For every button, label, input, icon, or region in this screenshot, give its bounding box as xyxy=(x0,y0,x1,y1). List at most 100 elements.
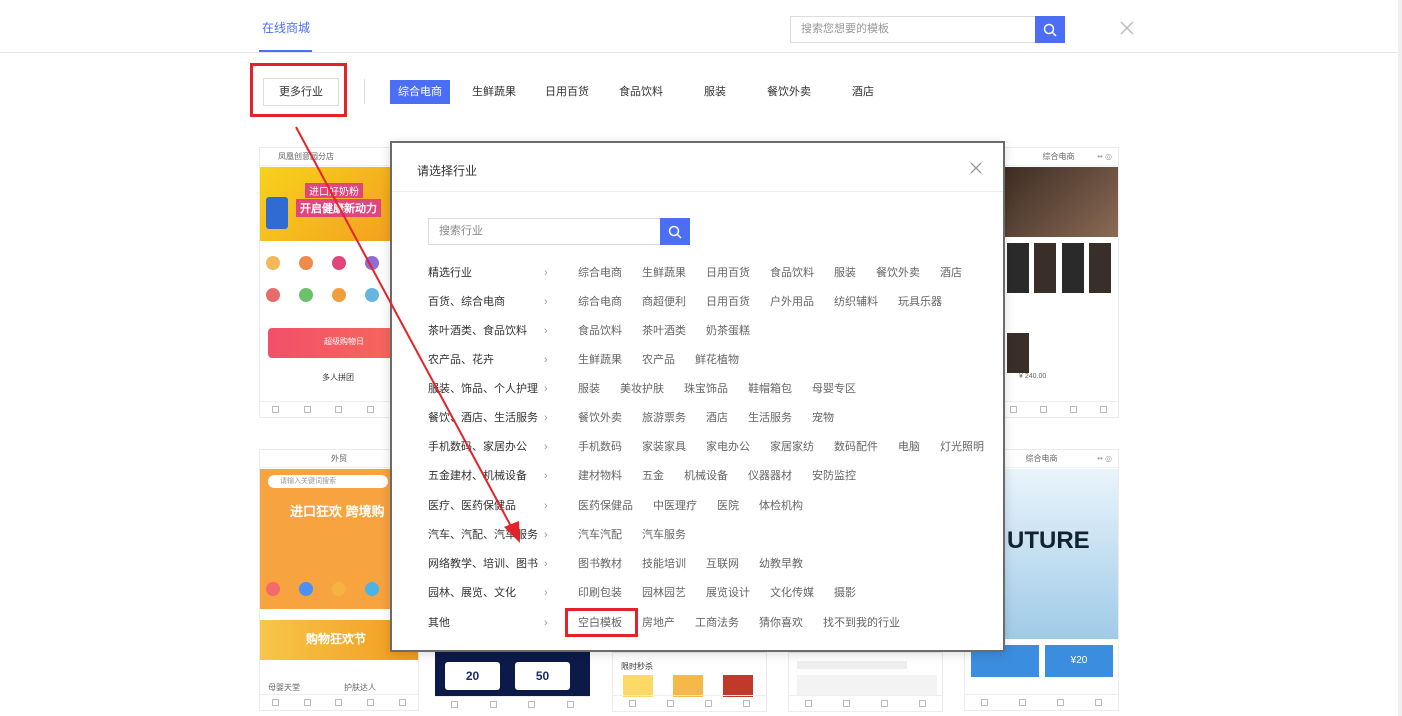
industry-search-input[interactable]: 搜索行业 xyxy=(428,218,661,245)
industry-item[interactable]: 安防监控 xyxy=(812,466,856,486)
industry-item[interactable]: 综合电商 xyxy=(578,292,622,312)
industry-item[interactable]: 生鲜蔬果 xyxy=(578,350,622,370)
industry-item[interactable]: 体检机构 xyxy=(759,496,803,516)
industry-item[interactable]: 食品饮料 xyxy=(770,263,814,283)
industry-item[interactable]: 日用百货 xyxy=(706,263,750,283)
modal-title: 请选择行业 xyxy=(417,164,478,178)
industry-item[interactable]: 电脑 xyxy=(898,437,920,457)
industry-item[interactable]: 中医理疗 xyxy=(653,496,697,516)
industry-group-label[interactable]: 农产品、花卉 xyxy=(428,350,494,370)
industry-item[interactable]: 美妆护肤 xyxy=(620,379,664,399)
industry-item[interactable]: 餐饮外卖 xyxy=(578,408,622,428)
industry-item[interactable]: 宠物 xyxy=(812,408,834,428)
industry-item[interactable]: 服装 xyxy=(578,379,600,399)
industry-item[interactable]: 家装家具 xyxy=(642,437,686,457)
industry-group-label[interactable]: 汽车、汽配、汽车服务 xyxy=(428,525,538,545)
industry-item[interactable]: 猜你喜欢 xyxy=(759,613,803,633)
industry-item[interactable]: 互联网 xyxy=(706,554,739,574)
industry-item[interactable]: 机械设备 xyxy=(684,466,728,486)
industry-item[interactable]: 茶叶酒类 xyxy=(642,321,686,341)
industry-group-label[interactable]: 手机数码、家居办公 xyxy=(428,437,527,457)
close-icon[interactable] xyxy=(1118,19,1136,37)
template-search-button[interactable] xyxy=(1035,16,1065,43)
industry-item[interactable]: 五金 xyxy=(642,466,664,486)
industry-item[interactable]: 灯光照明 xyxy=(940,437,984,457)
industry-item[interactable]: 日用百货 xyxy=(706,292,750,312)
industry-item[interactable]: 工商法务 xyxy=(695,613,739,633)
industry-row: 其他 › 空白模板 房地产 工商法务 猜你喜欢 找不到我的行业 xyxy=(428,613,988,633)
industry-item[interactable]: 展览设计 xyxy=(706,583,750,603)
industry-items: 食品饮料 茶叶酒类 奶茶蛋糕 xyxy=(578,321,770,341)
industry-item[interactable]: 摄影 xyxy=(834,583,856,603)
industry-item[interactable]: 综合电商 xyxy=(578,263,622,283)
category-tab[interactable]: 餐饮外卖 xyxy=(759,80,819,104)
industry-group-label[interactable]: 百货、综合电商 xyxy=(428,292,505,312)
industry-item[interactable]: 玩具乐器 xyxy=(898,292,942,312)
industry-item[interactable]: 幼教早教 xyxy=(759,554,803,574)
template-card[interactable]: 限时秒杀 xyxy=(612,652,767,712)
template-card[interactable]: 20 50 xyxy=(435,652,590,712)
industry-items: 印刷包装 园林园艺 展览设计 文化传媒 摄影 xyxy=(578,583,876,603)
industry-item[interactable]: 建材物料 xyxy=(578,466,622,486)
industry-item[interactable]: 鞋帽箱包 xyxy=(748,379,792,399)
coupon-value: 50 xyxy=(515,662,570,690)
industry-item[interactable]: 酒店 xyxy=(940,263,962,283)
industry-group-label[interactable]: 茶叶酒类、食品饮料 xyxy=(428,321,527,341)
close-icon[interactable] xyxy=(969,161,983,175)
industry-item[interactable]: 医药保健品 xyxy=(578,496,633,516)
industry-item[interactable]: 印刷包装 xyxy=(578,583,622,603)
industry-item[interactable]: 珠宝饰品 xyxy=(684,379,728,399)
industry-item[interactable]: 房地产 xyxy=(642,613,675,633)
industry-item[interactable]: 家居家纺 xyxy=(770,437,814,457)
industry-group-label[interactable]: 服装、饰品、个人护理 xyxy=(428,379,538,399)
industry-item[interactable]: 鲜花植物 xyxy=(695,350,739,370)
template-search-input[interactable]: 搜索您想要的模板 xyxy=(790,16,1036,43)
card-title: 综合电商 xyxy=(1025,454,1058,463)
industry-item[interactable]: 图书教材 xyxy=(578,554,622,574)
industry-item[interactable]: 数码配件 xyxy=(834,437,878,457)
tab-online-store[interactable]: 在线商城 xyxy=(262,19,310,36)
industry-group-label[interactable]: 五金建材、机械设备 xyxy=(428,466,527,486)
industry-item[interactable]: 手机数码 xyxy=(578,437,622,457)
industry-group-label[interactable]: 园林、展览、文化 xyxy=(428,583,516,603)
template-card[interactable] xyxy=(788,652,943,712)
industry-item[interactable]: 餐饮外卖 xyxy=(876,263,920,283)
industry-group-label[interactable]: 餐饮、酒店、生活服务 xyxy=(428,408,538,428)
industry-group-label[interactable]: 精选行业 xyxy=(428,263,472,283)
category-tab[interactable]: 食品饮料 xyxy=(611,80,671,104)
category-tab[interactable]: 服装 xyxy=(685,80,745,104)
industry-item[interactable]: 技能培训 xyxy=(642,554,686,574)
industry-item[interactable]: 商超便利 xyxy=(642,292,686,312)
industry-group-label[interactable]: 网络教学、培训、图书 xyxy=(428,554,538,574)
industry-item[interactable]: 仪器器材 xyxy=(748,466,792,486)
industry-item[interactable]: 服装 xyxy=(834,263,856,283)
industry-item[interactable]: 户外用品 xyxy=(770,292,814,312)
more-icon: •• ◎ xyxy=(1097,454,1112,463)
industry-item[interactable]: 酒店 xyxy=(706,408,728,428)
industry-item[interactable]: 园林园艺 xyxy=(642,583,686,603)
category-tab[interactable]: 酒店 xyxy=(833,80,893,104)
industry-item[interactable]: 生鲜蔬果 xyxy=(642,263,686,283)
industry-item[interactable]: 母婴专区 xyxy=(812,379,856,399)
industry-search-button[interactable] xyxy=(660,218,690,245)
category-tab[interactable]: 日用百货 xyxy=(537,80,597,104)
industry-item[interactable]: 农产品 xyxy=(642,350,675,370)
industry-item[interactable]: 汽车汽配 xyxy=(578,525,622,545)
industry-item[interactable]: 医院 xyxy=(717,496,739,516)
scrollbar[interactable] xyxy=(1398,0,1402,716)
category-tab[interactable]: 综合电商 xyxy=(390,80,450,104)
divider xyxy=(392,191,1003,192)
industry-item[interactable]: 奶茶蛋糕 xyxy=(706,321,750,341)
industry-item[interactable]: 食品饮料 xyxy=(578,321,622,341)
industry-item[interactable]: 汽车服务 xyxy=(642,525,686,545)
industry-group-label[interactable]: 医疗、医药保健品 xyxy=(428,496,516,516)
industry-item[interactable]: 文化传媒 xyxy=(770,583,814,603)
industry-item[interactable]: 找不到我的行业 xyxy=(823,613,900,633)
industry-item[interactable]: 纺织辅料 xyxy=(834,292,878,312)
industry-group-label[interactable]: 其他 xyxy=(428,613,450,633)
industry-item[interactable]: 旅游票务 xyxy=(642,408,686,428)
category-tab[interactable]: 生鲜蔬果 xyxy=(464,80,524,104)
industry-item[interactable]: 生活服务 xyxy=(748,408,792,428)
industry-item[interactable]: 家电办公 xyxy=(706,437,750,457)
template-card[interactable]: 综合电商 •• ◎ ¥ 240.00 xyxy=(998,147,1119,418)
